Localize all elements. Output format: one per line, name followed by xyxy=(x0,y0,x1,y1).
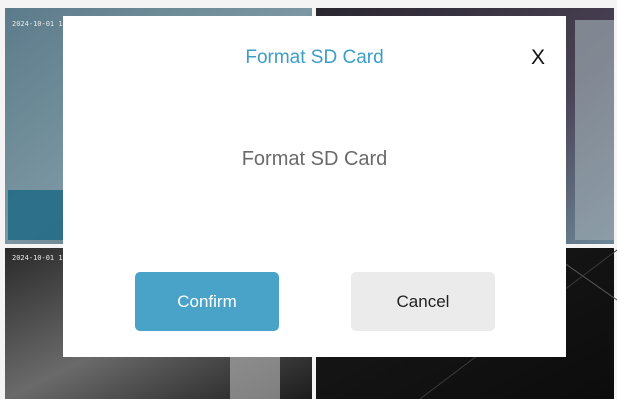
dialog-title: Format SD Card xyxy=(245,47,384,68)
cancel-button[interactable]: Cancel xyxy=(351,272,495,331)
dialog-message: Format SD Card xyxy=(241,148,388,170)
camera-timestamp: 2024-10-01 16 xyxy=(12,254,67,262)
format-sd-card-dialog: Format SD Card X Format SD Card Confirm … xyxy=(63,16,566,357)
close-icon[interactable]: X xyxy=(527,46,549,70)
confirm-button[interactable]: Confirm xyxy=(135,272,279,331)
camera-timestamp: 2024-10-01 16 xyxy=(12,20,67,28)
